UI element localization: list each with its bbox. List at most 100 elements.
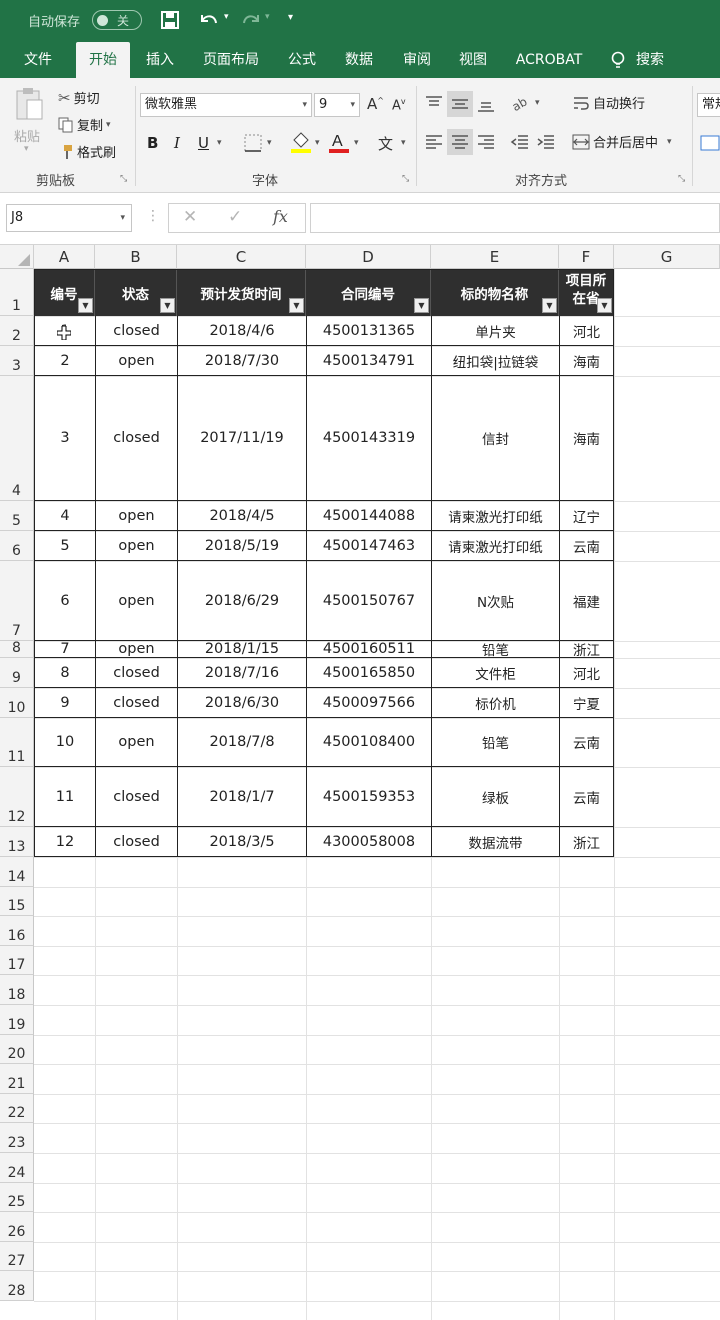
table-cell[interactable]: closed: [95, 767, 177, 827]
table-cell[interactable]: 8: [34, 658, 95, 688]
tab-file[interactable]: 文件: [12, 42, 64, 78]
table-cell[interactable]: 4500131365: [306, 316, 431, 346]
column-header[interactable]: A: [34, 245, 95, 269]
row-header[interactable]: 13: [0, 827, 34, 857]
align-middle-icon[interactable]: [450, 94, 470, 114]
table-cell[interactable]: N次贴: [431, 561, 559, 641]
align-right-icon[interactable]: [476, 132, 496, 152]
align-bottom-icon[interactable]: [476, 94, 496, 114]
tab-view[interactable]: 视图: [448, 42, 498, 78]
table-cell[interactable]: 2018/6/29: [177, 561, 306, 641]
orientation-dropdown-icon[interactable]: ▾: [535, 98, 540, 108]
table-cell[interactable]: closed: [95, 827, 177, 857]
merge-dropdown-icon[interactable]: ▾: [667, 137, 672, 147]
table-cell[interactable]: 河北: [559, 316, 614, 346]
column-header[interactable]: F: [559, 245, 614, 269]
increase-indent-icon[interactable]: [536, 132, 556, 152]
row-header[interactable]: 19: [0, 1005, 34, 1035]
fill-color-dropdown-icon[interactable]: ▾: [315, 138, 320, 148]
column-header[interactable]: C: [177, 245, 306, 269]
tab-review[interactable]: 审阅: [392, 42, 442, 78]
table-cell[interactable]: 12: [34, 827, 95, 857]
table-cell[interactable]: 9: [34, 688, 95, 718]
table-cell[interactable]: 请柬激光打印纸: [431, 531, 559, 561]
paste-label[interactable]: 粘贴: [14, 126, 40, 145]
table-header-cell[interactable]: 合同编号: [306, 269, 431, 316]
align-center-icon[interactable]: [450, 132, 470, 152]
table-cell[interactable]: 浙江: [559, 641, 614, 658]
table-cell[interactable]: 5: [34, 531, 95, 561]
column-header[interactable]: D: [306, 245, 431, 269]
worksheet-grid[interactable]: 1 2 3 4 5 6 7 8 9 10 11 12 13 14 15 16 17 18 19 20 21 22 23 24 2…: [0, 269, 720, 1320]
table-cell[interactable]: 4500160511: [306, 641, 431, 658]
number-format-select[interactable]: 常规: [697, 93, 720, 117]
phonetic-icon[interactable]: 文: [378, 133, 393, 154]
font-name-select[interactable]: 微软雅黑 ▾: [140, 93, 312, 117]
table-cell[interactable]: 2018/3/5: [177, 827, 306, 857]
row-header[interactable]: 24: [0, 1153, 34, 1183]
table-cell[interactable]: 2018/1/7: [177, 767, 306, 827]
table-cell[interactable]: 2018/1/15: [177, 641, 306, 658]
row-header[interactable]: 25: [0, 1183, 34, 1212]
table-cell[interactable]: 铅笔: [431, 718, 559, 767]
table-cell[interactable]: 4500143319: [306, 376, 431, 501]
clipboard-launcher-icon[interactable]: ⤡: [120, 174, 127, 184]
orientation-icon[interactable]: ab: [510, 92, 532, 114]
filter-dropdown-icon[interactable]: ▼: [542, 298, 557, 313]
font-color-icon[interactable]: A: [328, 130, 350, 154]
table-cell[interactable]: 4500134791: [306, 346, 431, 376]
table-cell[interactable]: 4: [34, 501, 95, 531]
underline-dropdown-icon[interactable]: ▾: [217, 138, 222, 148]
table-cell[interactable]: 2018/6/30: [177, 688, 306, 718]
increase-font-icon[interactable]: A^: [367, 95, 384, 113]
font-color-dropdown-icon[interactable]: ▾: [354, 138, 359, 148]
table-cell[interactable]: open: [95, 531, 177, 561]
cut-button[interactable]: ✂ 剪切: [58, 88, 100, 108]
row-header[interactable]: 16: [0, 916, 34, 946]
table-cell[interactable]: 2018/4/5: [177, 501, 306, 531]
format-painter-button[interactable]: 格式刷: [58, 142, 116, 161]
table-cell[interactable]: 铅笔: [431, 641, 559, 658]
table-cell[interactable]: 4500150767: [306, 561, 431, 641]
select-all-corner[interactable]: [0, 245, 34, 269]
borders-dropdown-icon[interactable]: ▾: [267, 138, 272, 148]
row-header[interactable]: 6: [0, 531, 34, 561]
row-header[interactable]: 23: [0, 1123, 34, 1153]
underline-button[interactable]: U: [198, 134, 209, 152]
table-cell[interactable]: closed: [95, 688, 177, 718]
table-cell[interactable]: closed: [95, 316, 177, 346]
row-header[interactable]: 8: [0, 640, 34, 658]
column-header[interactable]: B: [95, 245, 177, 269]
table-cell[interactable]: open: [95, 501, 177, 531]
tab-page-layout[interactable]: 页面布局: [194, 42, 268, 78]
table-header-cell[interactable]: 预计发货时间: [177, 269, 306, 316]
tab-formulas[interactable]: 公式: [278, 42, 326, 78]
table-cell[interactable]: 2018/7/16: [177, 658, 306, 688]
table-cell[interactable]: 2018/7/30: [177, 346, 306, 376]
decrease-font-icon[interactable]: Av: [392, 97, 406, 113]
insert-function-icon[interactable]: fx: [273, 207, 288, 226]
table-cell[interactable]: 浙江: [559, 827, 614, 857]
table-cell[interactable]: 4300058008: [306, 827, 431, 857]
table-cell[interactable]: open: [95, 718, 177, 767]
table-cell[interactable]: 云南: [559, 531, 614, 561]
table-cell[interactable]: 4500159353: [306, 767, 431, 827]
table-cell[interactable]: 4500097566: [306, 688, 431, 718]
name-box[interactable]: J8 ▾: [6, 204, 132, 232]
phonetic-dropdown-icon[interactable]: ▾: [401, 138, 406, 148]
copy-dropdown-icon[interactable]: ▾: [106, 120, 111, 130]
decrease-indent-icon[interactable]: [510, 132, 530, 152]
table-cell[interactable]: 11: [34, 767, 95, 827]
customize-qat-icon[interactable]: ▾: [288, 12, 293, 23]
table-cell[interactable]: 2018/4/6: [177, 316, 306, 346]
row-header[interactable]: 9: [0, 658, 34, 688]
undo-icon[interactable]: [198, 11, 220, 29]
table-cell[interactable]: 2018/7/8: [177, 718, 306, 767]
save-icon[interactable]: [161, 11, 179, 29]
table-cell[interactable]: closed: [95, 376, 177, 501]
row-header[interactable]: 15: [0, 887, 34, 916]
row-header[interactable]: 7: [0, 561, 34, 641]
table-cell[interactable]: 宁夏: [559, 688, 614, 718]
column-header[interactable]: G: [614, 245, 720, 269]
table-cell[interactable]: 标价机: [431, 688, 559, 718]
